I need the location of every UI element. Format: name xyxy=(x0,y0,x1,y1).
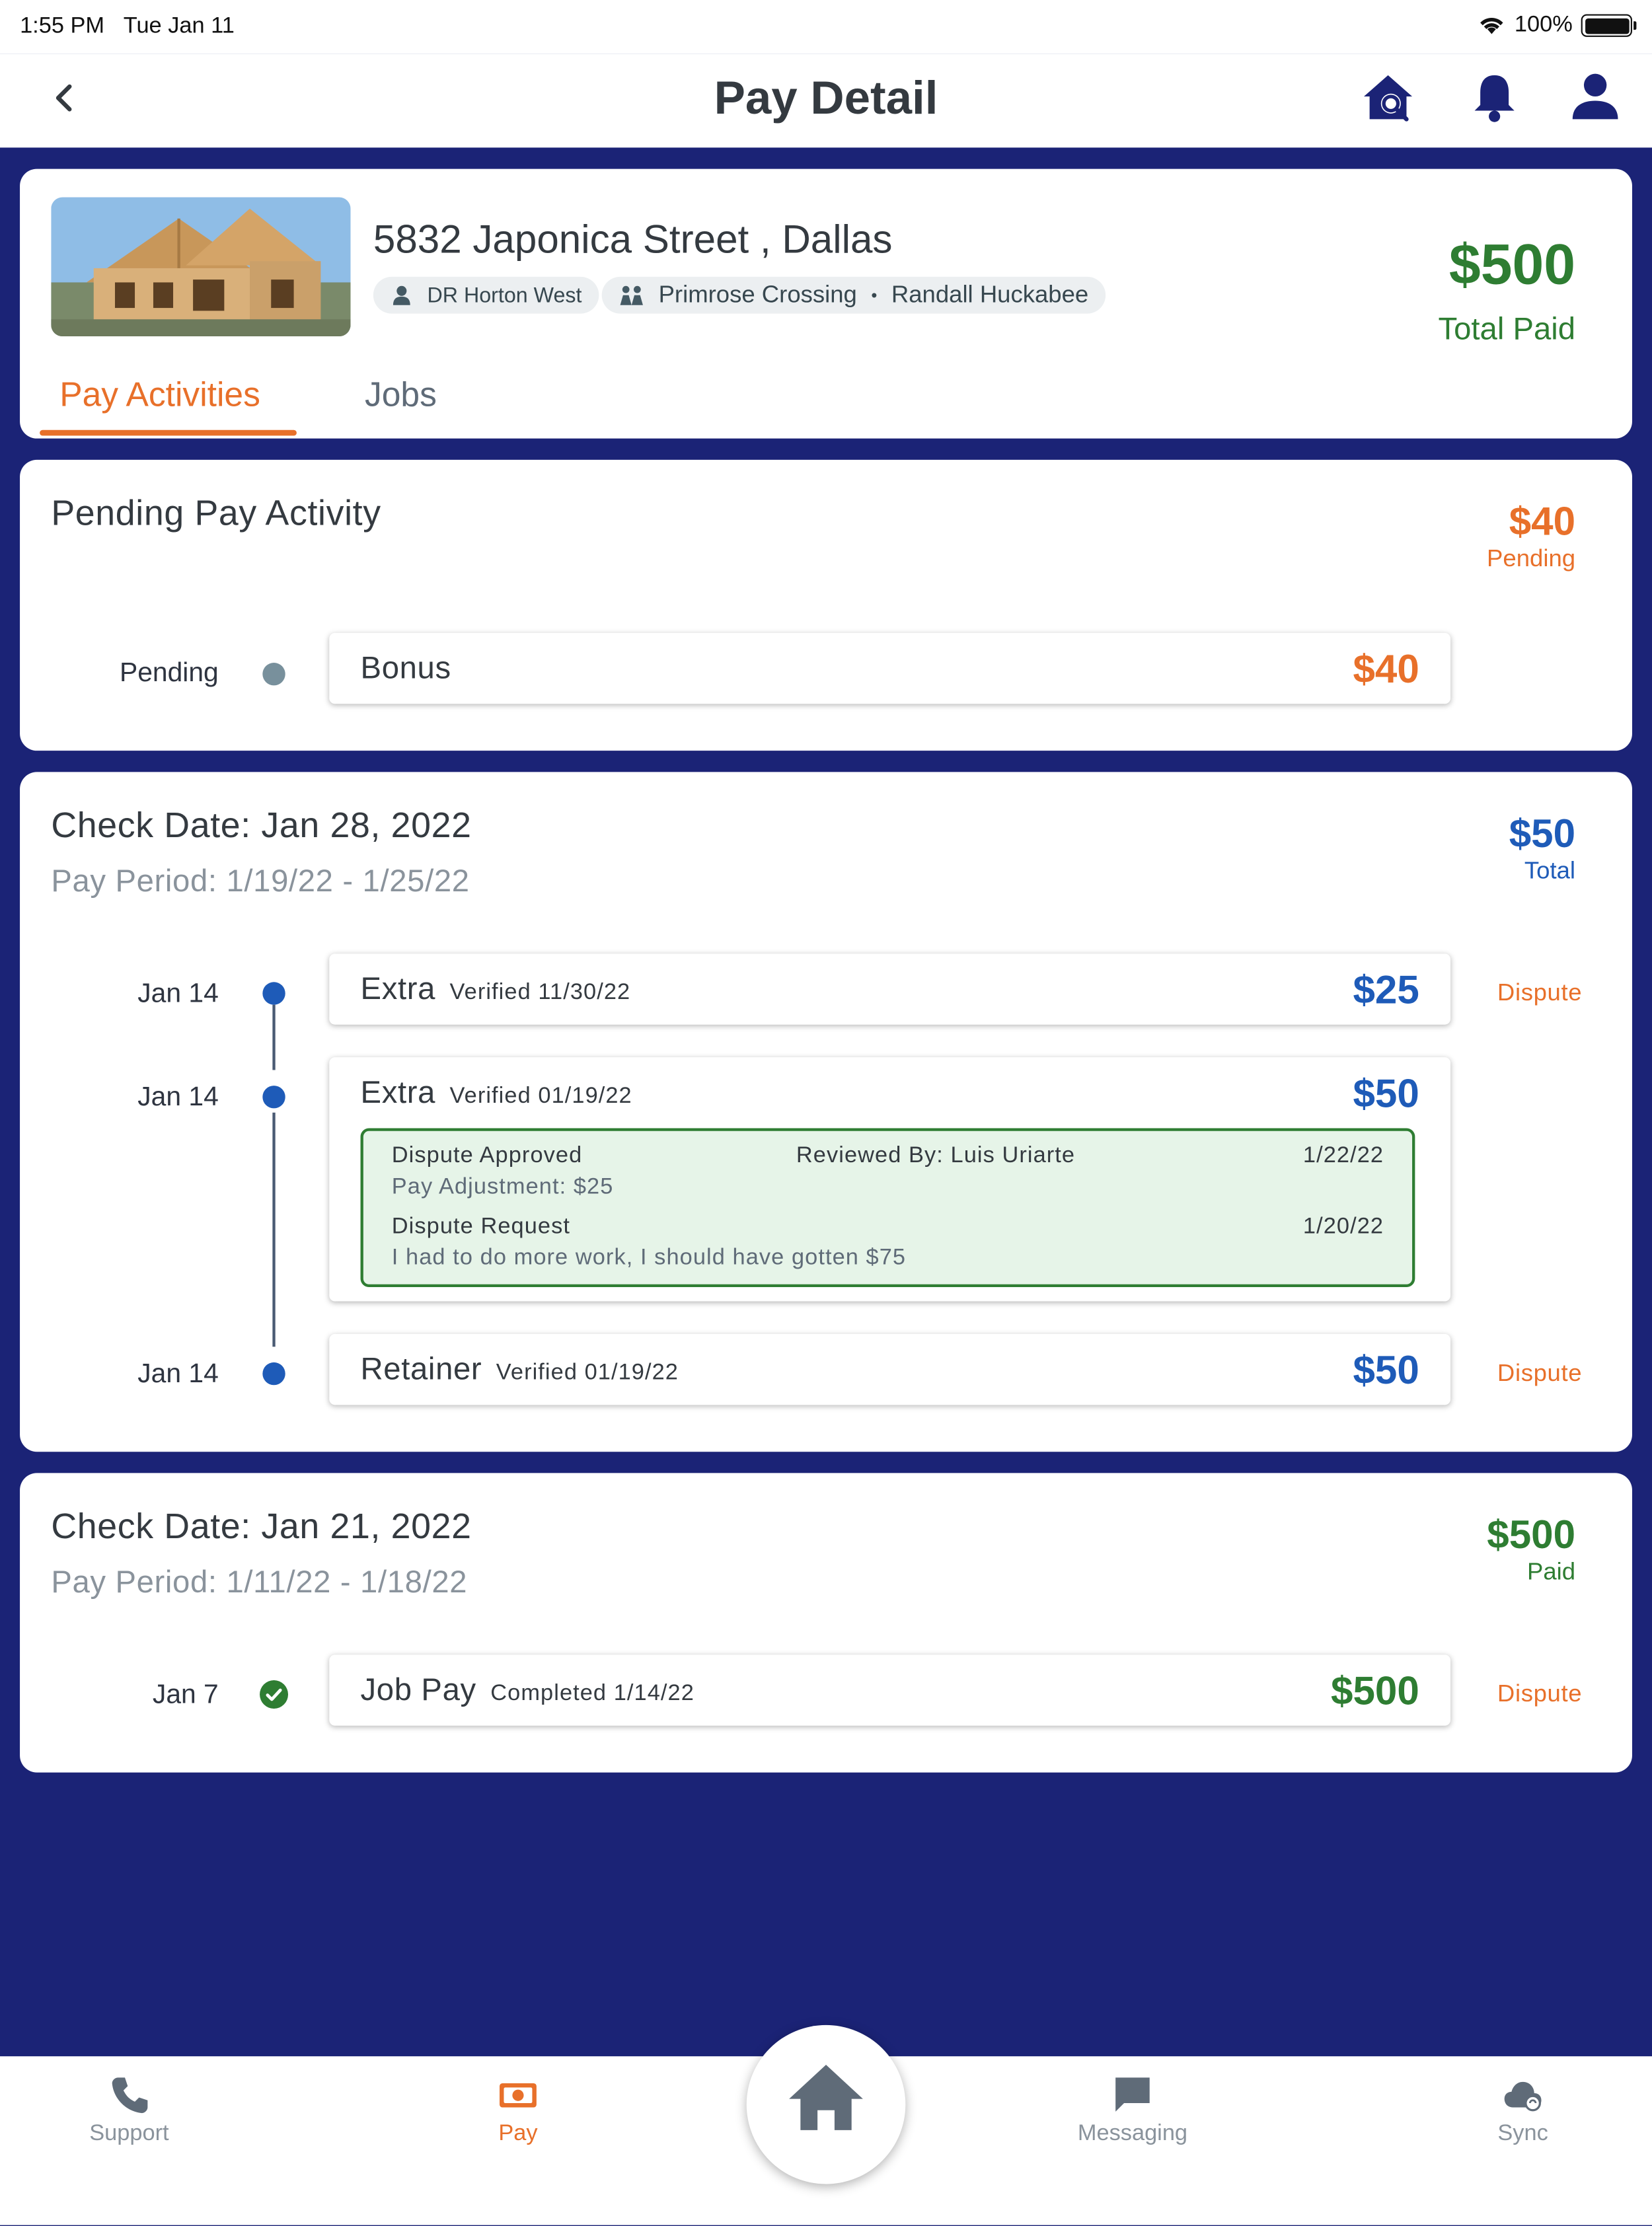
nav-messaging[interactable]: Messaging xyxy=(1047,2073,1218,2147)
check-card-jan28: Check Date: Jan 28, 2022 Pay Period: 1/1… xyxy=(20,772,1632,1452)
row-date: Jan 14 xyxy=(137,1359,219,1390)
dispute-button[interactable]: Dispute xyxy=(1497,979,1582,1008)
item-name: Retainer xyxy=(360,1351,482,1387)
item-verified: Verified 01/19/22 xyxy=(496,1360,679,1386)
nav-messaging-label: Messaging xyxy=(1077,2121,1188,2146)
item-verified: Verified 11/30/22 xyxy=(449,981,631,1005)
timeline-line xyxy=(272,1004,276,1070)
item-amount: $25 xyxy=(1353,967,1419,1012)
cloud-sync-icon xyxy=(1504,2081,1542,2112)
property-address: 5832 Japonica Street , Dallas xyxy=(373,217,893,262)
pay-item-extra-disputed[interactable]: Extra Verified 01/19/22 $50 Dispute Appro… xyxy=(329,1057,1451,1302)
pending-title: Pending Pay Activity xyxy=(51,494,381,534)
check-total-label: Total xyxy=(1524,857,1576,885)
tab-pay-activities[interactable]: Pay Activities xyxy=(59,376,260,416)
nav-support[interactable]: Support xyxy=(44,2073,215,2147)
supervisor-name: Randall Huckabee xyxy=(891,281,1089,309)
dispute-button[interactable]: Dispute xyxy=(1497,1680,1582,1709)
property-photo xyxy=(51,197,351,337)
dispute-request-label: Dispute Request xyxy=(391,1214,570,1240)
nav-sync-label: Sync xyxy=(1497,2121,1548,2146)
battery-percent: 100% xyxy=(1514,13,1573,37)
item-amount: $50 xyxy=(1353,1348,1419,1392)
nav-sync[interactable]: Sync xyxy=(1438,2073,1608,2147)
total-paid-label: Total Paid xyxy=(1438,311,1576,347)
community-chip: Primrose Crossing • Randall Huckabee xyxy=(601,276,1106,314)
status-dot xyxy=(262,1362,285,1386)
reviewed-by: Reviewed By: Luis Uriarte xyxy=(796,1144,1076,1168)
request-text: I had to do more work, I should have got… xyxy=(391,1245,907,1271)
battery-icon xyxy=(1581,14,1637,37)
item-amount: $40 xyxy=(1353,647,1419,691)
row-date: Jan 14 xyxy=(137,1082,219,1113)
user-icon[interactable] xyxy=(1567,68,1624,125)
check-date-title: Check Date: Jan 21, 2022 xyxy=(51,1506,472,1547)
check-circle-icon xyxy=(260,1680,289,1709)
pending-card: Pending Pay Activity $40 Pending Pending… xyxy=(20,459,1632,751)
pending-label: Pending xyxy=(1487,544,1576,572)
property-card: 5832 Japonica Street , Dallas DR Horton … xyxy=(20,168,1632,439)
status-bar: 1:55 PM Tue Jan 11 100% xyxy=(0,0,1652,54)
item-name-wrap: Extra Verified 11/30/22 xyxy=(361,971,631,1008)
home-button[interactable] xyxy=(746,2024,906,2184)
money-icon xyxy=(500,2083,537,2108)
dispute-approved-label: Dispute Approved xyxy=(391,1144,583,1168)
nav-support-label: Support xyxy=(89,2121,169,2146)
check-card-jan21: Check Date: Jan 21, 2022 Pay Period: 1/1… xyxy=(20,1473,1632,1773)
item-name: Bonus xyxy=(360,649,451,686)
community-name: Primrose Crossing xyxy=(658,281,857,309)
item-amount: $50 xyxy=(1353,1071,1419,1116)
check-paid-amount: $500 xyxy=(1487,1512,1576,1557)
wifi-icon xyxy=(1480,17,1503,34)
phone-icon xyxy=(112,2077,148,2114)
check-date-title: Check Date: Jan 28, 2022 xyxy=(51,805,472,846)
nav-pay[interactable]: Pay xyxy=(433,2073,603,2147)
item-name-wrap: Retainer Verified 01/19/22 xyxy=(361,1351,679,1388)
row-date: Jan 14 xyxy=(137,979,219,1010)
dispute-button[interactable]: Dispute xyxy=(1497,1360,1582,1388)
chat-icon xyxy=(1115,2077,1150,2112)
status-dot xyxy=(262,982,285,1005)
pay-adjustment: Pay Adjustment: $25 xyxy=(391,1175,614,1199)
pay-period: Pay Period: 1/19/22 - 1/25/22 xyxy=(51,862,470,899)
check-paid-label: Paid xyxy=(1526,1558,1576,1586)
community-icon xyxy=(620,285,643,305)
status-time: 1:55 PM Tue Jan 11 xyxy=(20,14,235,38)
dispute-details: Dispute Approved Reviewed By: Luis Uriar… xyxy=(360,1128,1415,1288)
bell-icon[interactable] xyxy=(1466,68,1523,125)
item-name-wrap: Extra Verified 01/19/22 xyxy=(361,1074,632,1111)
app-header: Pay Detail xyxy=(0,54,1652,148)
row-date: Jan 7 xyxy=(152,1680,219,1711)
pay-item-job-pay[interactable]: Job Pay Completed 1/14/22 $500 xyxy=(329,1654,1451,1726)
status-dot xyxy=(262,1086,285,1109)
pay-item-bonus[interactable]: Bonus $40 xyxy=(329,632,1451,704)
item-name: Extra xyxy=(360,971,436,1006)
builder-chip: DR Horton West xyxy=(373,276,599,314)
item-name-wrap: Job Pay Completed 1/14/22 xyxy=(361,1672,695,1709)
item-amount: $500 xyxy=(1330,1668,1419,1713)
pay-period: Pay Period: 1/11/22 - 1/18/22 xyxy=(51,1563,468,1600)
item-verified: Verified 01/19/22 xyxy=(449,1084,632,1109)
total-paid-amount: $500 xyxy=(1448,234,1576,297)
builder-name: DR Horton West xyxy=(427,283,582,307)
item-name: Job Pay xyxy=(360,1672,476,1707)
approved-date: 1/22/22 xyxy=(1302,1144,1384,1168)
pay-item-extra[interactable]: Extra Verified 11/30/22 $25 xyxy=(329,953,1451,1025)
person-icon xyxy=(393,285,410,305)
item-verified: Completed 1/14/22 xyxy=(490,1682,695,1706)
request-date: 1/20/22 xyxy=(1302,1214,1384,1240)
home-search-icon[interactable] xyxy=(1360,68,1417,125)
row-date: Pending xyxy=(119,658,219,688)
pay-item-retainer[interactable]: Retainer Verified 01/19/22 $50 xyxy=(329,1333,1451,1405)
active-tab-indicator xyxy=(40,429,297,436)
home-icon xyxy=(789,2065,863,2130)
tab-jobs[interactable]: Jobs xyxy=(365,376,437,416)
item-name: Extra xyxy=(360,1074,436,1110)
pending-amount: $40 xyxy=(1509,500,1576,544)
status-dot xyxy=(262,663,285,686)
check-total-amount: $50 xyxy=(1509,811,1576,856)
nav-pay-label: Pay xyxy=(498,2121,538,2146)
timeline-line xyxy=(272,1112,276,1347)
